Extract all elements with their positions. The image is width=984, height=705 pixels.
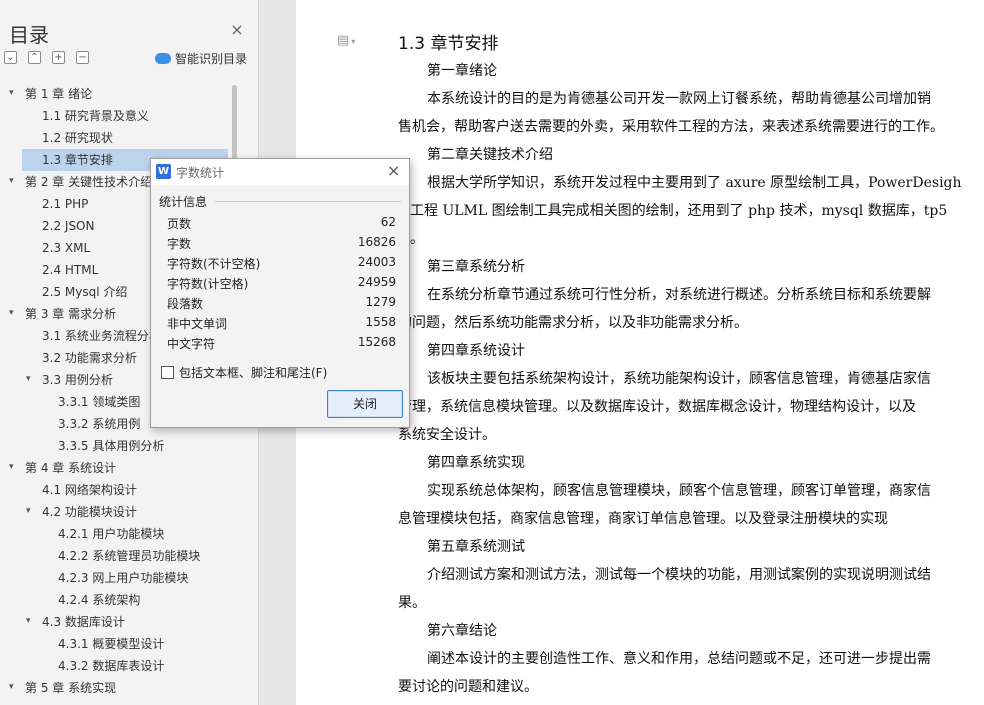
toc-item[interactable]: 第 5 章 系统实现 <box>25 677 116 699</box>
toc-item[interactable]: 3.3.5 具体用例分析 <box>58 435 164 457</box>
toc-item[interactable]: 4.3.1 概要模型设计 <box>58 633 164 655</box>
document-icon[interactable]: ▤ ▾ <box>337 33 355 48</box>
group-divider <box>215 201 401 202</box>
toc-item[interactable]: 1.1 研究背景及意义 <box>42 105 149 127</box>
chevron-down-icon[interactable]: ▾ <box>9 308 14 318</box>
paragraph-line: 第一章绪论 <box>427 63 497 79</box>
chevron-down-icon[interactable]: ▾ <box>9 176 14 186</box>
stat-value: 1558 <box>365 315 396 329</box>
include-footnotes-label[interactable]: 包括文本框、脚注和尾注(F) <box>179 364 327 381</box>
stat-label: 字数 <box>167 237 192 251</box>
toc-item[interactable]: 2.5 Mysql 介绍 <box>42 281 127 303</box>
paragraph-line: 根据大学所学知识，系统开发过程中主要用到了 axure 原型绘制工具，Power… <box>427 175 962 191</box>
paragraph-line: 第四章系统实现 <box>427 455 525 471</box>
stat-value: 15268 <box>357 335 396 349</box>
toc-item[interactable]: 3.1 系统业务流程分析 <box>42 325 161 347</box>
stat-value: 62 <box>380 215 396 229</box>
toc-item[interactable]: 第 2 章 关键性技术介绍 <box>25 171 152 193</box>
toc-item[interactable]: 2.3 XML <box>42 237 90 259</box>
stat-label: 字符数(计空格) <box>167 277 249 291</box>
paragraph-line: 第五章系统测试 <box>427 539 525 555</box>
section-heading: 1.3 章节安排 <box>398 34 499 54</box>
chevron-down-icon[interactable]: ▾ <box>9 88 14 98</box>
toc-item[interactable]: 3.2 功能需求分析 <box>42 347 137 369</box>
paragraph-line: 系统安全设计。 <box>398 427 496 443</box>
expand-up-icon[interactable]: ⌃ <box>28 51 41 64</box>
toc-item[interactable]: 3.3.1 领域类图 <box>58 391 140 413</box>
paragraph-line: 该板块主要包括系统架构设计，系统功能架构设计，顾客信息管理，肯德基店家信 <box>427 371 931 387</box>
paragraph-line: 第四章系统设计 <box>427 343 525 359</box>
chevron-down-icon[interactable]: ▾ <box>26 506 31 516</box>
dialog-title: 字数统计 <box>176 166 225 180</box>
toc-item[interactable]: 2.1 PHP <box>42 193 88 215</box>
add-level-icon[interactable]: + <box>52 51 65 64</box>
smart-toc-label: 智能识别目录 <box>175 52 248 66</box>
paragraph-line: 第六章结论 <box>427 623 497 639</box>
paragraph-line: 件工程 ULML 图绘制工具完成相关图的绘制，还用到了 php 技术，mysql… <box>396 203 948 219</box>
toc-item[interactable]: 4.2.4 系统架构 <box>58 589 140 611</box>
stat-value: 24003 <box>357 255 396 269</box>
toc-item[interactable]: 第 4 章 系统设计 <box>25 457 116 479</box>
close-button[interactable]: 关闭 <box>327 390 403 418</box>
close-icon[interactable]: × <box>387 162 400 180</box>
stat-value: 24959 <box>357 275 396 289</box>
toc-item[interactable]: 第 3 章 需求分析 <box>25 303 116 325</box>
close-icon[interactable]: × <box>229 22 245 38</box>
paragraph-line: 第三章系统分析 <box>427 259 525 275</box>
toc-item[interactable]: 4.2.1 用户功能模块 <box>58 523 164 545</box>
toc-item[interactable]: 4.2.2 系统管理员功能模块 <box>58 545 200 567</box>
smart-toc-button[interactable]: 智能识别目录 <box>155 50 247 67</box>
wps-icon: W <box>156 164 171 179</box>
toc-item[interactable]: 3.3 用例分析 <box>42 369 113 391</box>
toc-item[interactable]: 2.2 JSON <box>42 215 94 237</box>
stat-label: 页数 <box>167 217 192 231</box>
remove-level-icon[interactable]: − <box>76 51 89 64</box>
sidebar-title: 目录 <box>9 23 49 47</box>
paragraph-line: 售机会，帮助客户送去需要的外卖，采用软件工程的方法，来表述系统需要进行的工作。 <box>398 119 944 135</box>
include-footnotes-checkbox[interactable] <box>161 366 174 379</box>
chevron-down-icon[interactable]: ▾ <box>26 374 31 384</box>
toc-item[interactable]: 4.1 网络架构设计 <box>42 479 137 501</box>
paragraph-line: 实现系统总体架构，顾客信息管理模块，顾客个信息管理，顾客订单管理，商家信 <box>427 483 931 499</box>
stat-label: 中文字符 <box>167 337 216 351</box>
paragraph-line: 介绍测试方案和测试方法，测试每一个模块的功能，用测试案例的实现说明测试结 <box>427 567 931 583</box>
toc-item[interactable]: 4.3.2 数据库表设计 <box>58 655 164 677</box>
word-count-dialog: W 字数统计 × 统计信息 页数 62 字数 16826 字符数(不计空格) 24003 字… <box>150 158 410 428</box>
paragraph-line: 要讨论的问题和建议。 <box>398 679 538 695</box>
paragraph-line: 的问题，然后系统功能需求分析，以及非功能需求分析。 <box>398 315 748 331</box>
paragraph-line: 第二章关键技术介绍 <box>427 147 553 163</box>
paragraph-line: 在系统分析章节通过系统可行性分析，对系统进行概述。分析系统目标和系统要解 <box>427 287 931 303</box>
paragraph-line: 管理，系统信息模块管理。以及数据库设计，数据库概念设计，物理结构设计，以及 <box>398 399 916 415</box>
stat-value: 1279 <box>365 295 396 309</box>
stats-group-label: 统计信息 <box>159 195 208 209</box>
stat-label: 非中文单词 <box>167 317 228 331</box>
stat-value: 16826 <box>357 235 396 249</box>
toc-item[interactable]: 2.4 HTML <box>42 259 98 281</box>
stat-label: 字符数(不计空格) <box>167 257 261 271</box>
toc-item[interactable]: 4.3 数据库设计 <box>42 611 125 633</box>
collapse-all-icon[interactable]: ⌄ <box>4 51 17 64</box>
paragraph-line: 阐述本设计的主要创造性工作、意义和作用，总结问题或不足，还可进一步提出需 <box>427 651 931 667</box>
chevron-down-icon[interactable]: ▾ <box>9 682 14 692</box>
toc-item[interactable]: 第 1 章 绪论 <box>25 83 92 105</box>
toc-item[interactable]: 1.2 研究现状 <box>42 127 113 149</box>
chevron-down-icon[interactable]: ▾ <box>9 462 14 472</box>
toc-item[interactable]: 3.3.2 系统用例 <box>58 413 140 435</box>
paragraph-line: 果。 <box>398 595 426 611</box>
toc-item[interactable]: 4.2 功能模块设计 <box>42 501 137 523</box>
stat-label: 段落数 <box>167 297 204 311</box>
toc-item[interactable]: 4.2.3 网上用户功能模块 <box>58 567 188 589</box>
dialog-titlebar[interactable]: W 字数统计 × <box>151 159 409 185</box>
paragraph-line: 本系统设计的目的是为肯德基公司开发一款网上订餐系统，帮助肯德基公司增加销 <box>427 91 931 107</box>
chevron-down-icon[interactable]: ▾ <box>26 616 31 626</box>
cloud-icon <box>155 53 171 64</box>
paragraph-line: 息管理模块包括，商家信息管理，商家订单信息管理。以及登录注册模块的实现 <box>398 511 888 527</box>
